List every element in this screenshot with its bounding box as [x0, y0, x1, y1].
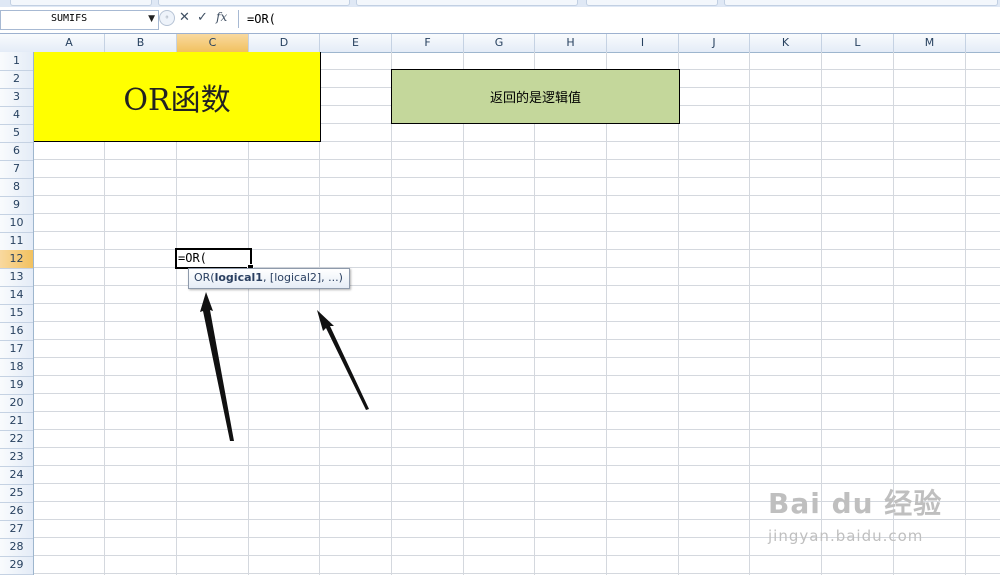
arrow-left-icon [200, 292, 234, 441]
watermark-logo: Bai du 经验 [768, 487, 943, 520]
watermark-url: jingyan.baidu.com [768, 527, 924, 545]
baidu-watermark: Bai du 经验 jingyan.baidu.com [768, 470, 998, 550]
arrow-right-icon [317, 310, 369, 410]
